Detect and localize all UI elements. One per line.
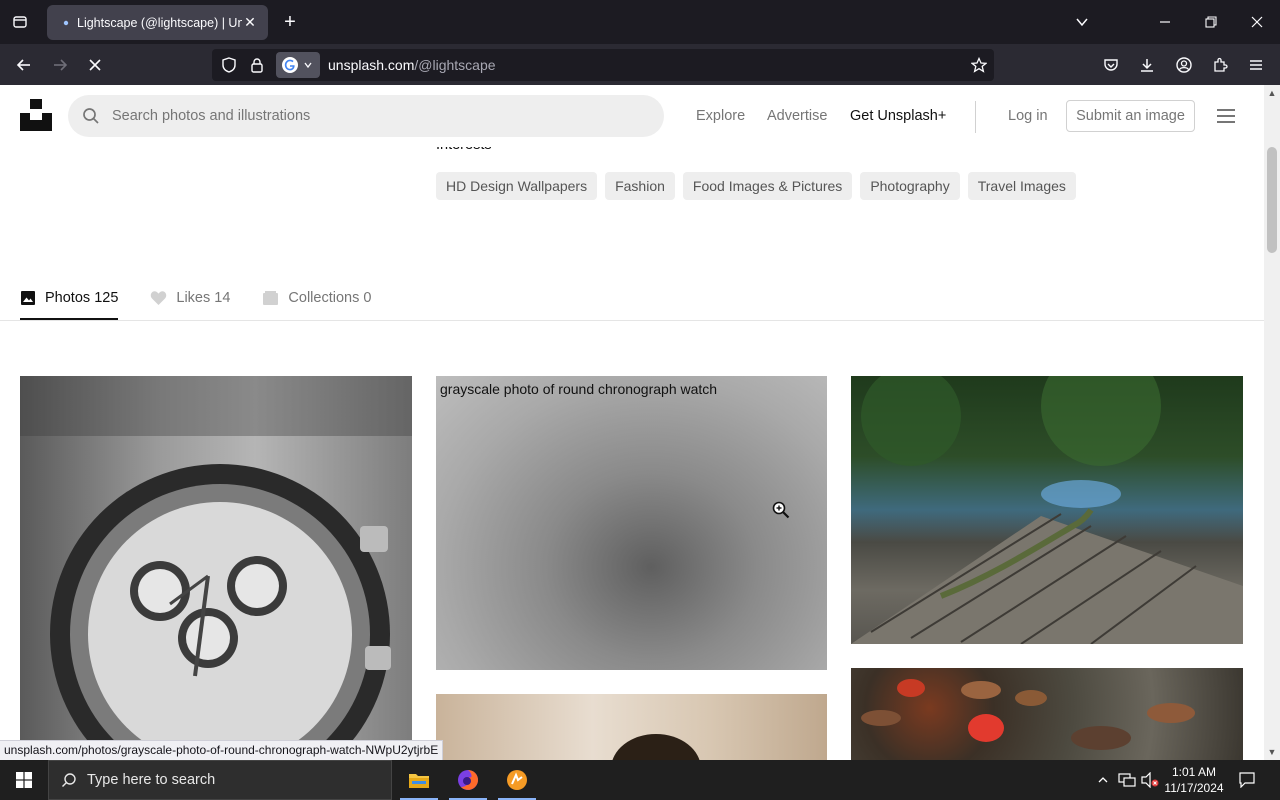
unsplash-logo-icon[interactable]	[20, 99, 52, 131]
system-clock[interactable]: 1:01 AM 11/17/2024	[1160, 764, 1228, 796]
dock-illustration	[851, 376, 1243, 644]
browser-tab-active[interactable]: Lightscape (@lightscape) | Unsplash ✕	[47, 5, 268, 40]
account-icon[interactable]	[1171, 52, 1197, 78]
leaves-illustration	[861, 679, 1195, 750]
heart-icon	[151, 291, 167, 305]
photo-autumn-leaves[interactable]	[851, 668, 1243, 760]
interest-tags: HD Design Wallpapers Fashion Food Images…	[436, 172, 1076, 200]
tab-overview-icon[interactable]	[8, 10, 32, 34]
url-domain: unsplash.com	[328, 57, 415, 73]
new-tab-button[interactable]: +	[280, 11, 300, 33]
explore-link[interactable]: Explore	[696, 108, 745, 124]
windows-logo-icon	[16, 772, 32, 788]
photo-iguana-on-dock[interactable]	[851, 376, 1243, 644]
stop-loading-icon[interactable]	[82, 52, 108, 78]
show-hidden-icons-icon[interactable]	[1093, 770, 1113, 790]
site-header: Explore Advertise Get Unsplash+ Log in S…	[0, 85, 1264, 147]
browser-nav-bar: unsplash.com/@lightscape	[0, 44, 1280, 85]
close-tab-icon[interactable]: ✕	[242, 14, 258, 31]
search-engine-button[interactable]	[276, 52, 320, 78]
search-icon	[62, 773, 76, 787]
back-arrow-icon[interactable]	[11, 52, 37, 78]
interest-tag[interactable]: Photography	[860, 172, 960, 200]
hamburger-menu-icon[interactable]	[1216, 106, 1236, 126]
photo-placeholder-loading[interactable]: grayscale photo of round chronograph wat…	[436, 376, 827, 670]
login-link[interactable]: Log in	[1008, 108, 1048, 124]
google-icon	[282, 57, 298, 73]
forward-arrow-icon[interactable]	[47, 52, 73, 78]
tab-count: 125	[94, 290, 119, 306]
list-all-tabs-icon[interactable]	[1070, 10, 1094, 34]
url-bar[interactable]: unsplash.com/@lightscape	[212, 49, 994, 81]
network-icon[interactable]	[1117, 770, 1137, 790]
advertise-link[interactable]: Advertise	[767, 108, 827, 124]
volume-muted-icon[interactable]	[1140, 770, 1160, 790]
zoom-in-cursor-icon	[772, 501, 790, 519]
header-divider	[975, 101, 976, 133]
interest-tag[interactable]: Fashion	[605, 172, 675, 200]
tab-likes[interactable]: Likes 14	[150, 276, 230, 320]
tab-count: 14	[214, 290, 231, 306]
tab-collections[interactable]: Collections 0	[262, 276, 371, 320]
windows-taskbar: Type here to search 1:01 AM 11/17/2024	[0, 760, 1280, 800]
get-unsplash-plus-link[interactable]: Get Unsplash+	[850, 108, 946, 124]
image-icon	[21, 291, 35, 305]
page-scrollbar[interactable]: ▲ ▼	[1264, 85, 1280, 760]
profile-tabs: Photos 125 Likes 14 Collections 0	[20, 276, 371, 320]
tabs-divider	[0, 320, 1264, 321]
submit-image-button[interactable]: Submit an image	[1066, 100, 1195, 132]
app-menu-icon[interactable]	[1243, 52, 1269, 78]
lock-icon[interactable]	[247, 55, 267, 75]
interest-tag[interactable]: HD Design Wallpapers	[436, 172, 598, 200]
file-explorer-icon[interactable]	[396, 760, 442, 800]
scroll-up-arrow-icon[interactable]: ▲	[1267, 88, 1277, 98]
tab-count: 0	[363, 290, 372, 306]
taskbar-search-text: Type here to search	[87, 772, 216, 788]
watch-illustration	[20, 376, 412, 760]
app-orange-icon[interactable]	[494, 760, 540, 800]
chevron-down-icon	[304, 62, 312, 69]
search-input[interactable]	[112, 108, 632, 124]
tab-title: Lightscape (@lightscape) | Unsplash	[77, 15, 242, 30]
firefox-icon[interactable]	[445, 760, 491, 800]
loading-dot-icon	[61, 18, 71, 28]
photo-chronograph-watch[interactable]	[20, 376, 412, 760]
interest-tag[interactable]: Travel Images	[967, 172, 1076, 200]
bookmark-star-icon[interactable]	[969, 55, 989, 75]
link-status-tooltip: unsplash.com/photos/grayscale-photo-of-r…	[0, 740, 444, 760]
scroll-down-arrow-icon[interactable]: ▼	[1267, 747, 1277, 757]
tracking-protection-shield-icon[interactable]	[219, 55, 239, 75]
url-path: /@lightscape	[414, 57, 496, 73]
search-icon[interactable]	[82, 107, 100, 125]
collections-icon	[263, 291, 279, 305]
taskbar-search-box[interactable]: Type here to search	[48, 760, 392, 800]
clock-date: 11/17/2024	[1164, 781, 1224, 795]
clock-time: 1:01 AM	[1171, 765, 1217, 779]
tab-label: Photos	[45, 290, 91, 306]
pocket-icon[interactable]	[1098, 52, 1124, 78]
photo-interior[interactable]	[436, 694, 827, 760]
scrollbar-thumb[interactable]	[1267, 147, 1277, 253]
tab-label: Likes	[176, 290, 211, 306]
restore-icon[interactable]	[1199, 10, 1223, 34]
interest-tag[interactable]: Food Images & Pictures	[682, 172, 853, 200]
extensions-icon[interactable]	[1207, 52, 1233, 78]
downloads-icon[interactable]	[1134, 52, 1160, 78]
photo-alt-text: grayscale photo of round chronograph wat…	[440, 381, 718, 397]
start-button[interactable]	[0, 760, 48, 800]
interior-illustration	[612, 734, 700, 760]
tab-label: Collections	[288, 290, 360, 306]
tab-photos[interactable]: Photos 125	[20, 276, 119, 320]
browser-tab-bar: Lightscape (@lightscape) | Unsplash ✕ +	[0, 0, 1280, 44]
notifications-icon[interactable]	[1237, 770, 1257, 790]
page-content: Interests HD Design Wallpapers Fashion F…	[0, 85, 1264, 760]
minimize-icon[interactable]	[1153, 10, 1177, 34]
close-window-icon[interactable]	[1245, 10, 1269, 34]
url-text[interactable]: unsplash.com/@lightscape	[328, 57, 496, 73]
search-bar[interactable]	[68, 95, 664, 137]
